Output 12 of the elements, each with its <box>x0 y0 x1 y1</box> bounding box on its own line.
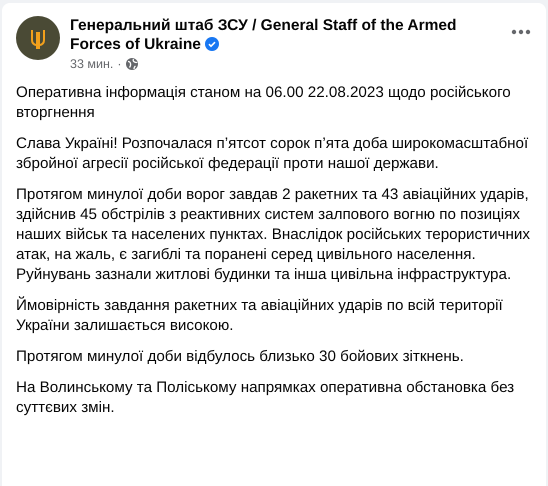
post-paragraph: Ймовірність завдання ракетних та авіаційних ударів по всій території України залишається високою. <box>16 296 504 336</box>
post-paragraph: Протягом минулої доби відбулось близько 30 бойових зіткнень. <box>16 347 465 367</box>
post-paragraph: Слава Україні! Розпочалася п’ятсот сорок п’ята доба широкомасштабної збройної агресії російської федерації проти нашої держави. <box>16 134 530 174</box>
post-paragraph: Оперативна інформація станом на 06.00 22.08.2023 щодо російського вторгнення <box>16 83 512 123</box>
post-paragraph: На Волинському та Поліському напрямках оперативна обстановка без суттєвих змін. <box>16 378 516 418</box>
trident-icon[interactable] <box>16 16 60 60</box>
post-time[interactable]: 33 мин. <box>70 57 114 71</box>
more-options-icon[interactable] <box>510 28 532 36</box>
separator-dot: · <box>117 57 122 71</box>
post-paragraph: Протягом минулої доби ворог завдав 2 ракетних та 43 авіаційних ударів, здійснив 45 обстрілів з реактивних систем залпового вогню по позиціях наших військ та населених пунктах. Внаслідок російських терористичних атак, на жаль, є загиблі та поранені серед цивільного населення. Руйнувань зазнали житлові будинки та інша цивільна інфраструктура. <box>16 185 531 285</box>
globe-icon <box>126 58 138 70</box>
author-name[interactable]: Генеральний штаб ЗСУ / General Staff of the Armed Forces of Ukraine <box>70 16 500 54</box>
